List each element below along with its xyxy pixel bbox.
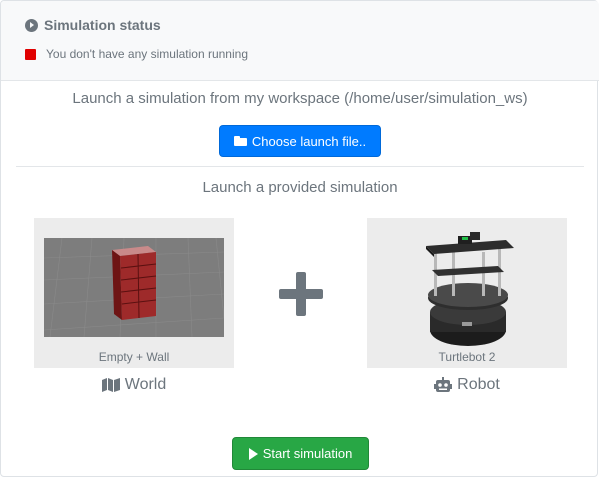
robot-card[interactable]: Turtlebot 2	[367, 218, 567, 368]
start-simulation-label: Start simulation	[262, 446, 353, 461]
workspace-launch-title: Launch a simulation from my workspace (/…	[72, 90, 528, 107]
world-label-text: World	[124, 376, 167, 393]
robot-label: Robot	[367, 376, 567, 394]
world-caption: Empty + Wall	[98, 350, 170, 364]
choose-launch-file-label: Choose launch file..	[251, 133, 367, 149]
start-simulation-button[interactable]: Start simulation	[232, 437, 369, 470]
play-circle-icon	[25, 18, 38, 32]
robot-caption: Turtlebot 2	[438, 350, 496, 364]
simulation-status-panel: Simulation status You don't have any sim…	[1, 1, 599, 81]
provided-simulation-title: Launch a provided simulation	[202, 179, 398, 196]
play-icon	[248, 447, 258, 460]
simulation-panel: Simulation status You don't have any sim…	[0, 0, 599, 477]
map-icon	[101, 378, 120, 392]
robot-preview-image	[426, 232, 514, 346]
robot-icon	[434, 377, 453, 392]
world-label: World	[34, 376, 234, 394]
robot-label-text: Robot	[457, 376, 500, 393]
world-preview-image	[44, 238, 224, 337]
stopped-indicator-icon	[25, 48, 36, 60]
simulation-status-line: You don't have any simulation running	[25, 47, 248, 61]
simulation-status-message: You don't have any simulation running	[46, 47, 248, 61]
folder-icon	[233, 136, 247, 146]
section-divider	[16, 166, 584, 167]
simulation-status-header: Simulation status	[25, 16, 161, 34]
choose-launch-file-button[interactable]: Choose launch file..	[219, 125, 381, 157]
plus-icon	[279, 272, 323, 316]
simulation-status-title: Simulation status	[44, 17, 161, 33]
world-card[interactable]: Empty + Wall	[34, 218, 234, 368]
